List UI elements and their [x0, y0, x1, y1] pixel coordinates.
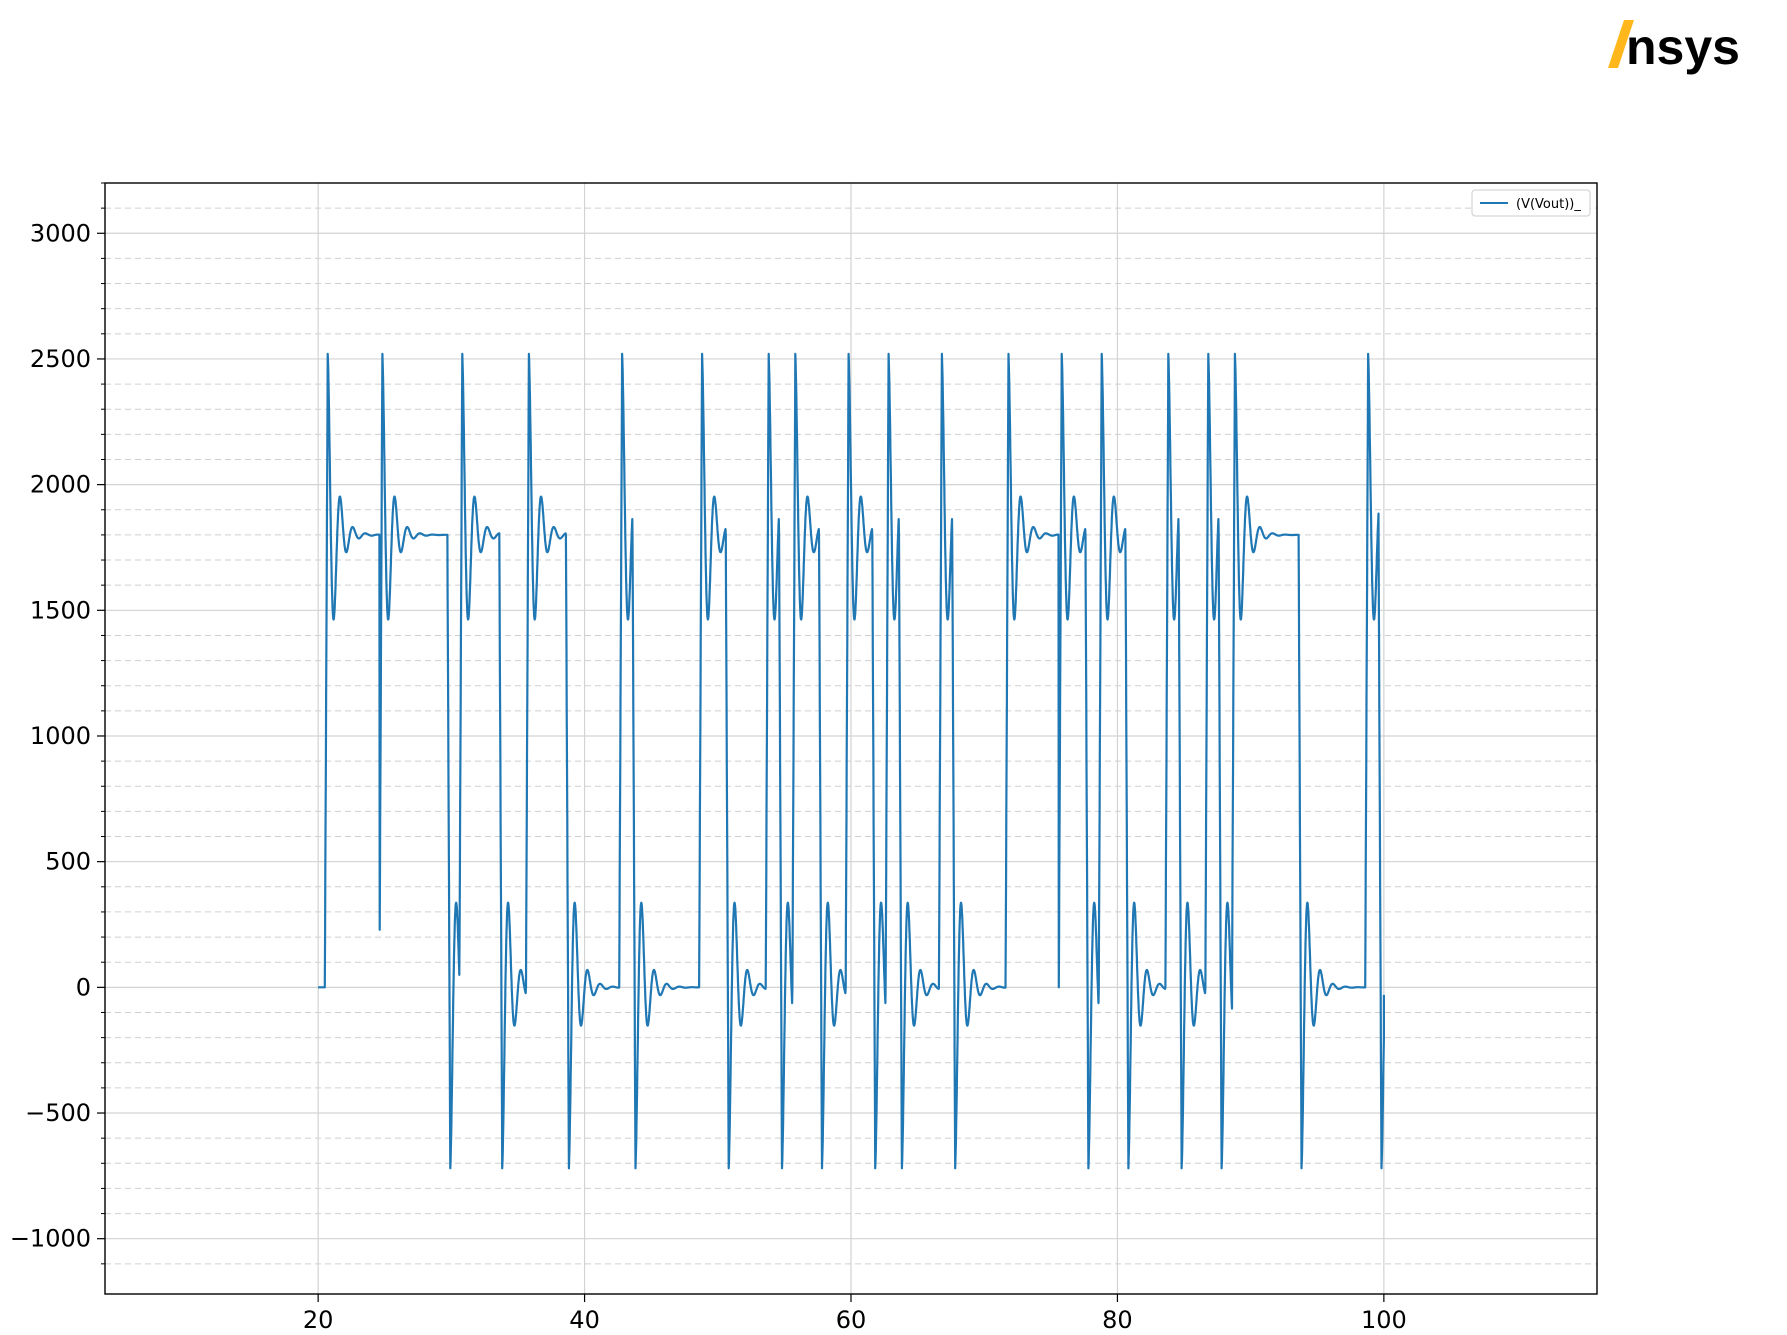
- axis-tick-labels: −1000 −500 0 500 1000 1500 2000 2500 3000 20 40 60 8…: [10, 219, 1407, 1334]
- y-tick-label: 1500: [30, 596, 91, 624]
- legend-label-vout: (V(Vout))_: [1516, 197, 1581, 212]
- y-tick-label: 2500: [30, 345, 91, 373]
- legend: (V(Vout))_: [1471, 189, 1591, 217]
- y-tick-label: 1000: [30, 722, 91, 750]
- chart: −1000 −500 0 500 1000 1500 2000 2500 3000 20 40 60 8…: [10, 182, 1598, 1334]
- axis-ticks: [97, 182, 1385, 1302]
- x-tick-label: 60: [836, 1306, 867, 1334]
- y-tick-label: 3000: [30, 219, 91, 247]
- x-tick-label: 40: [569, 1306, 600, 1334]
- major-grid: [105, 183, 1597, 1294]
- x-tick-label: 20: [303, 1306, 334, 1334]
- y-tick-label: −500: [25, 1099, 91, 1127]
- y-tick-label: 0: [76, 973, 91, 1001]
- x-tick-label: 100: [1361, 1306, 1407, 1334]
- y-tick-label: −1000: [10, 1225, 91, 1253]
- y-tick-label: 500: [45, 848, 91, 876]
- x-tick-label: 80: [1102, 1306, 1133, 1334]
- y-tick-label: 2000: [30, 471, 91, 499]
